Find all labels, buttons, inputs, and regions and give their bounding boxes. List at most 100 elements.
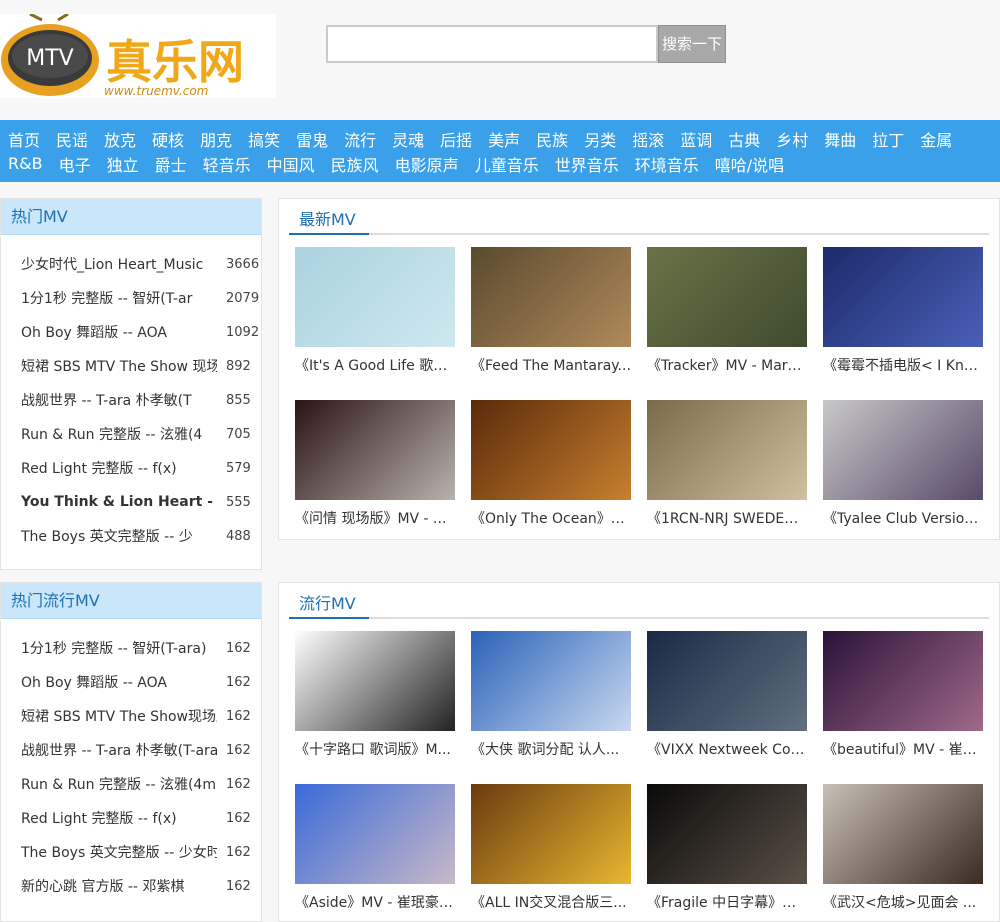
- mv-caption-link[interactable]: 《Tracker》MV - Mark ...: [647, 355, 807, 375]
- nav-item[interactable]: 流行: [344, 127, 376, 151]
- nav-item[interactable]: 乡村: [776, 127, 808, 151]
- mv-caption-link[interactable]: 《问情 现场版》MV - ...: [295, 508, 455, 528]
- nav-item[interactable]: 民族风: [331, 152, 379, 176]
- nav-item[interactable]: 电影原声: [395, 152, 459, 176]
- mv-title-link[interactable]: 战舰世界 -- T-ara 朴孝敏(T-ara: [21, 740, 217, 760]
- nav-item[interactable]: 灵魂: [392, 127, 424, 151]
- nav-item[interactable]: 独立: [107, 152, 139, 176]
- mv-caption-link[interactable]: 《Tyalee Club Version...: [823, 508, 983, 528]
- mv-title-link[interactable]: Run & Run 完整版 -- 泫雅(4minu: [21, 774, 217, 794]
- mv-thumbnail[interactable]: [471, 400, 631, 500]
- mv-thumbnail[interactable]: [295, 631, 455, 731]
- mv-title-link[interactable]: Run & Run 完整版 -- 泫雅(4: [21, 424, 217, 444]
- list-item[interactable]: 战舰世界 -- T-ara 朴孝敏(T-ara 162: [1, 733, 261, 767]
- mv-caption-link[interactable]: 《大侠 歌词分配 认人...: [471, 739, 631, 759]
- mv-card[interactable]: 《ALL IN交叉混合版三...: [471, 784, 631, 912]
- list-item[interactable]: 战舰世界 -- T-ara 朴孝敏(T 855: [1, 383, 261, 417]
- nav-item[interactable]: 搞笑: [248, 127, 280, 151]
- mv-card[interactable]: 《十字路口 歌词版》M...: [295, 631, 455, 759]
- mv-title-link[interactable]: 1分1秒 完整版 -- 智妍(T-ar: [21, 288, 217, 308]
- mv-title-link[interactable]: 1分1秒 完整版 -- 智妍(T-ara): [21, 638, 217, 658]
- mv-thumbnail[interactable]: [471, 247, 631, 347]
- mv-title-link[interactable]: The Boys 英文完整版 -- 少女时: [21, 842, 217, 862]
- mv-card[interactable]: 《霉霉不插电版< I Kne...: [823, 247, 983, 375]
- list-item[interactable]: Run & Run 完整版 -- 泫雅(4minu 162: [1, 767, 261, 801]
- nav-item[interactable]: 嘻哈/说唱: [715, 152, 784, 176]
- mv-card[interactable]: 《Feed The Mantaray...: [471, 247, 631, 375]
- mv-caption-link[interactable]: 《It's A Good Life 歌词...: [295, 355, 455, 375]
- mv-caption-link[interactable]: 《霉霉不插电版< I Kne...: [823, 355, 983, 375]
- search-input[interactable]: [326, 25, 658, 63]
- nav-item[interactable]: 轻音乐: [203, 152, 251, 176]
- nav-item[interactable]: 中国风: [267, 152, 315, 176]
- nav-item[interactable]: 美声: [488, 127, 520, 151]
- mv-thumbnail[interactable]: [471, 631, 631, 731]
- mv-thumbnail[interactable]: [823, 784, 983, 884]
- list-item[interactable]: Run & Run 完整版 -- 泫雅(4 705: [1, 417, 261, 451]
- list-item[interactable]: 1分1秒 完整版 -- 智妍(T-ar 2079: [1, 281, 261, 315]
- list-item[interactable]: 少女时代_Lion Heart_Music 3666: [1, 247, 261, 281]
- mv-card[interactable]: 《Aside》MV - 崔珉豪(...: [295, 784, 455, 912]
- mv-title-link[interactable]: Red Light 完整版 -- f(x): [21, 458, 217, 478]
- nav-item[interactable]: 古典: [728, 127, 760, 151]
- mv-card[interactable]: 《Only The Ocean》M...: [471, 400, 631, 528]
- list-item[interactable]: 新的心跳 官方版 -- 邓紫棋 162: [1, 869, 261, 903]
- nav-item[interactable]: 电子: [59, 152, 91, 176]
- mv-title-link[interactable]: Oh Boy 舞蹈版 -- AOA: [21, 672, 217, 692]
- mv-thumbnail[interactable]: [647, 400, 807, 500]
- mv-card[interactable]: 《beautiful》MV - 崔珉...: [823, 631, 983, 759]
- mv-title-link[interactable]: 少女时代_Lion Heart_Music: [21, 254, 217, 274]
- mv-thumbnail[interactable]: [647, 247, 807, 347]
- mv-thumbnail[interactable]: [647, 784, 807, 884]
- mv-caption-link[interactable]: 《武汉<危城>见面会 ...: [823, 892, 983, 912]
- mv-caption-link[interactable]: 《1RCN-NRJ SWEDEN ...: [647, 508, 807, 528]
- list-item[interactable]: 1分1秒 完整版 -- 智妍(T-ara) 162: [1, 631, 261, 665]
- nav-item[interactable]: 拉丁: [872, 127, 904, 151]
- mv-thumbnail[interactable]: [823, 631, 983, 731]
- mv-thumbnail[interactable]: [295, 247, 455, 347]
- mv-card[interactable]: 《It's A Good Life 歌词...: [295, 247, 455, 375]
- mv-title-link[interactable]: 短裙 SBS MTV The Show 现场: [21, 356, 217, 376]
- nav-item[interactable]: 民族: [536, 127, 568, 151]
- search-button[interactable]: 搜索一下: [658, 25, 726, 63]
- mv-thumbnail[interactable]: [471, 784, 631, 884]
- mv-card[interactable]: 《1RCN-NRJ SWEDEN ...: [647, 400, 807, 528]
- mv-thumbnail[interactable]: [823, 400, 983, 500]
- mv-caption-link[interactable]: 《beautiful》MV - 崔珉...: [823, 739, 983, 759]
- nav-item[interactable]: 环境音乐: [635, 152, 699, 176]
- mv-title-link[interactable]: 新的心跳 官方版 -- 邓紫棋: [21, 876, 217, 896]
- mv-title-link[interactable]: 战舰世界 -- T-ara 朴孝敏(T: [21, 390, 217, 410]
- nav-item[interactable]: 金属: [920, 127, 952, 151]
- list-item[interactable]: 短裙 SBS MTV The Show 现场 892: [1, 349, 261, 383]
- mv-caption-link[interactable]: 《VIXX Nextweek Come...: [647, 739, 807, 759]
- mv-card[interactable]: 《Tracker》MV - Mark ...: [647, 247, 807, 375]
- mv-title-link[interactable]: The Boys 英文完整版 -- 少: [21, 526, 217, 546]
- mv-caption-link[interactable]: 《Only The Ocean》M...: [471, 508, 631, 528]
- mv-caption-link[interactable]: 《ALL IN交叉混合版三...: [471, 892, 631, 912]
- nav-item[interactable]: 首页: [8, 127, 40, 151]
- nav-item[interactable]: 另类: [584, 127, 616, 151]
- nav-item[interactable]: 后摇: [440, 127, 472, 151]
- nav-item[interactable]: 摇滚: [632, 127, 664, 151]
- mv-thumbnail[interactable]: [647, 631, 807, 731]
- nav-item[interactable]: 爵士: [155, 152, 187, 176]
- mv-card[interactable]: 《问情 现场版》MV - ...: [295, 400, 455, 528]
- mv-card[interactable]: 《大侠 歌词分配 认人...: [471, 631, 631, 759]
- mv-title-link[interactable]: Oh Boy 舞蹈版 -- AOA: [21, 322, 217, 342]
- nav-item[interactable]: R&B: [8, 154, 43, 173]
- list-item[interactable]: You Think & Lion Heart - K 555: [1, 485, 261, 519]
- list-item[interactable]: The Boys 英文完整版 -- 少 488: [1, 519, 261, 553]
- list-item[interactable]: Red Light 完整版 -- f(x) 579: [1, 451, 261, 485]
- nav-item[interactable]: 放克: [104, 127, 136, 151]
- mv-thumbnail[interactable]: [295, 784, 455, 884]
- mv-card[interactable]: 《武汉<危城>见面会 ...: [823, 784, 983, 912]
- nav-item[interactable]: 民谣: [56, 127, 88, 151]
- mv-card[interactable]: 《VIXX Nextweek Come...: [647, 631, 807, 759]
- nav-item[interactable]: 雷鬼: [296, 127, 328, 151]
- list-item[interactable]: 短裙 SBS MTV The Show现场版 162: [1, 699, 261, 733]
- nav-item[interactable]: 蓝调: [680, 127, 712, 151]
- mv-caption-link[interactable]: 《Aside》MV - 崔珉豪(...: [295, 892, 455, 912]
- mv-card[interactable]: 《Tyalee Club Version...: [823, 400, 983, 528]
- mv-thumbnail[interactable]: [823, 247, 983, 347]
- mv-title-link[interactable]: You Think & Lion Heart - K: [21, 494, 217, 510]
